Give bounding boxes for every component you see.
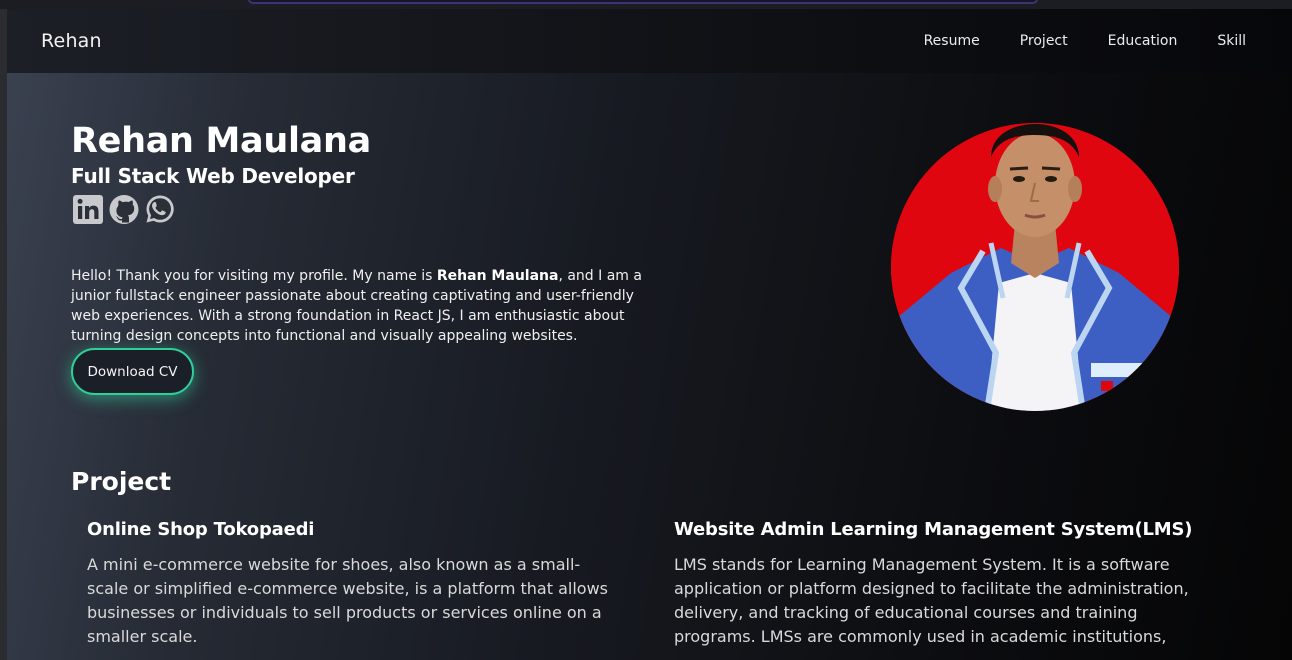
bio-text: Hello! Thank you for visiting my profile… bbox=[71, 266, 651, 346]
github-icon[interactable] bbox=[108, 193, 140, 225]
social-links bbox=[72, 193, 176, 225]
bio-text-prefix: Hello! Thank you for visiting my profile… bbox=[71, 268, 437, 284]
nav-link-education[interactable]: Education bbox=[1108, 33, 1178, 49]
project-title: Website Admin Learning Management System… bbox=[674, 519, 1193, 540]
window-left-edge bbox=[0, 9, 7, 660]
project-title: Online Shop Tokopaedi bbox=[87, 519, 315, 540]
browser-address-pill bbox=[248, 0, 1038, 4]
navbar: Rehan Resume Project Education Skill bbox=[7, 9, 1292, 73]
browser-top-strip bbox=[0, 0, 1292, 9]
download-cv-button[interactable]: Download CV bbox=[71, 348, 194, 395]
main-content: Rehan Maulana Full Stack Web Developer H… bbox=[7, 73, 1292, 660]
whatsapp-icon[interactable] bbox=[144, 193, 176, 225]
project-description: A mini e-commerce website for shoes, als… bbox=[87, 555, 608, 646]
project-card-lms[interactable]: Website Admin Learning Management System… bbox=[674, 519, 1209, 649]
profile-photo bbox=[891, 123, 1179, 411]
nav-links: Resume Project Education Skill bbox=[924, 33, 1246, 49]
linkedin-icon[interactable] bbox=[72, 193, 104, 225]
project-description: LMS stands for Learning Management Syste… bbox=[674, 555, 1189, 646]
nav-link-skill[interactable]: Skill bbox=[1217, 33, 1246, 49]
brand-logo[interactable]: Rehan bbox=[41, 30, 102, 52]
project-section-title: Project bbox=[71, 467, 172, 496]
hero-name: Rehan Maulana bbox=[71, 121, 371, 161]
nav-link-resume[interactable]: Resume bbox=[924, 33, 980, 49]
bio-name-highlight: Rehan Maulana bbox=[436, 268, 559, 284]
profile-photo-illustration bbox=[891, 123, 1179, 411]
hero-role: Full Stack Web Developer bbox=[71, 164, 355, 188]
project-card-tokopaedi[interactable]: Online Shop Tokopaedi A mini e-commerce … bbox=[87, 519, 617, 649]
nav-link-project[interactable]: Project bbox=[1020, 33, 1068, 49]
